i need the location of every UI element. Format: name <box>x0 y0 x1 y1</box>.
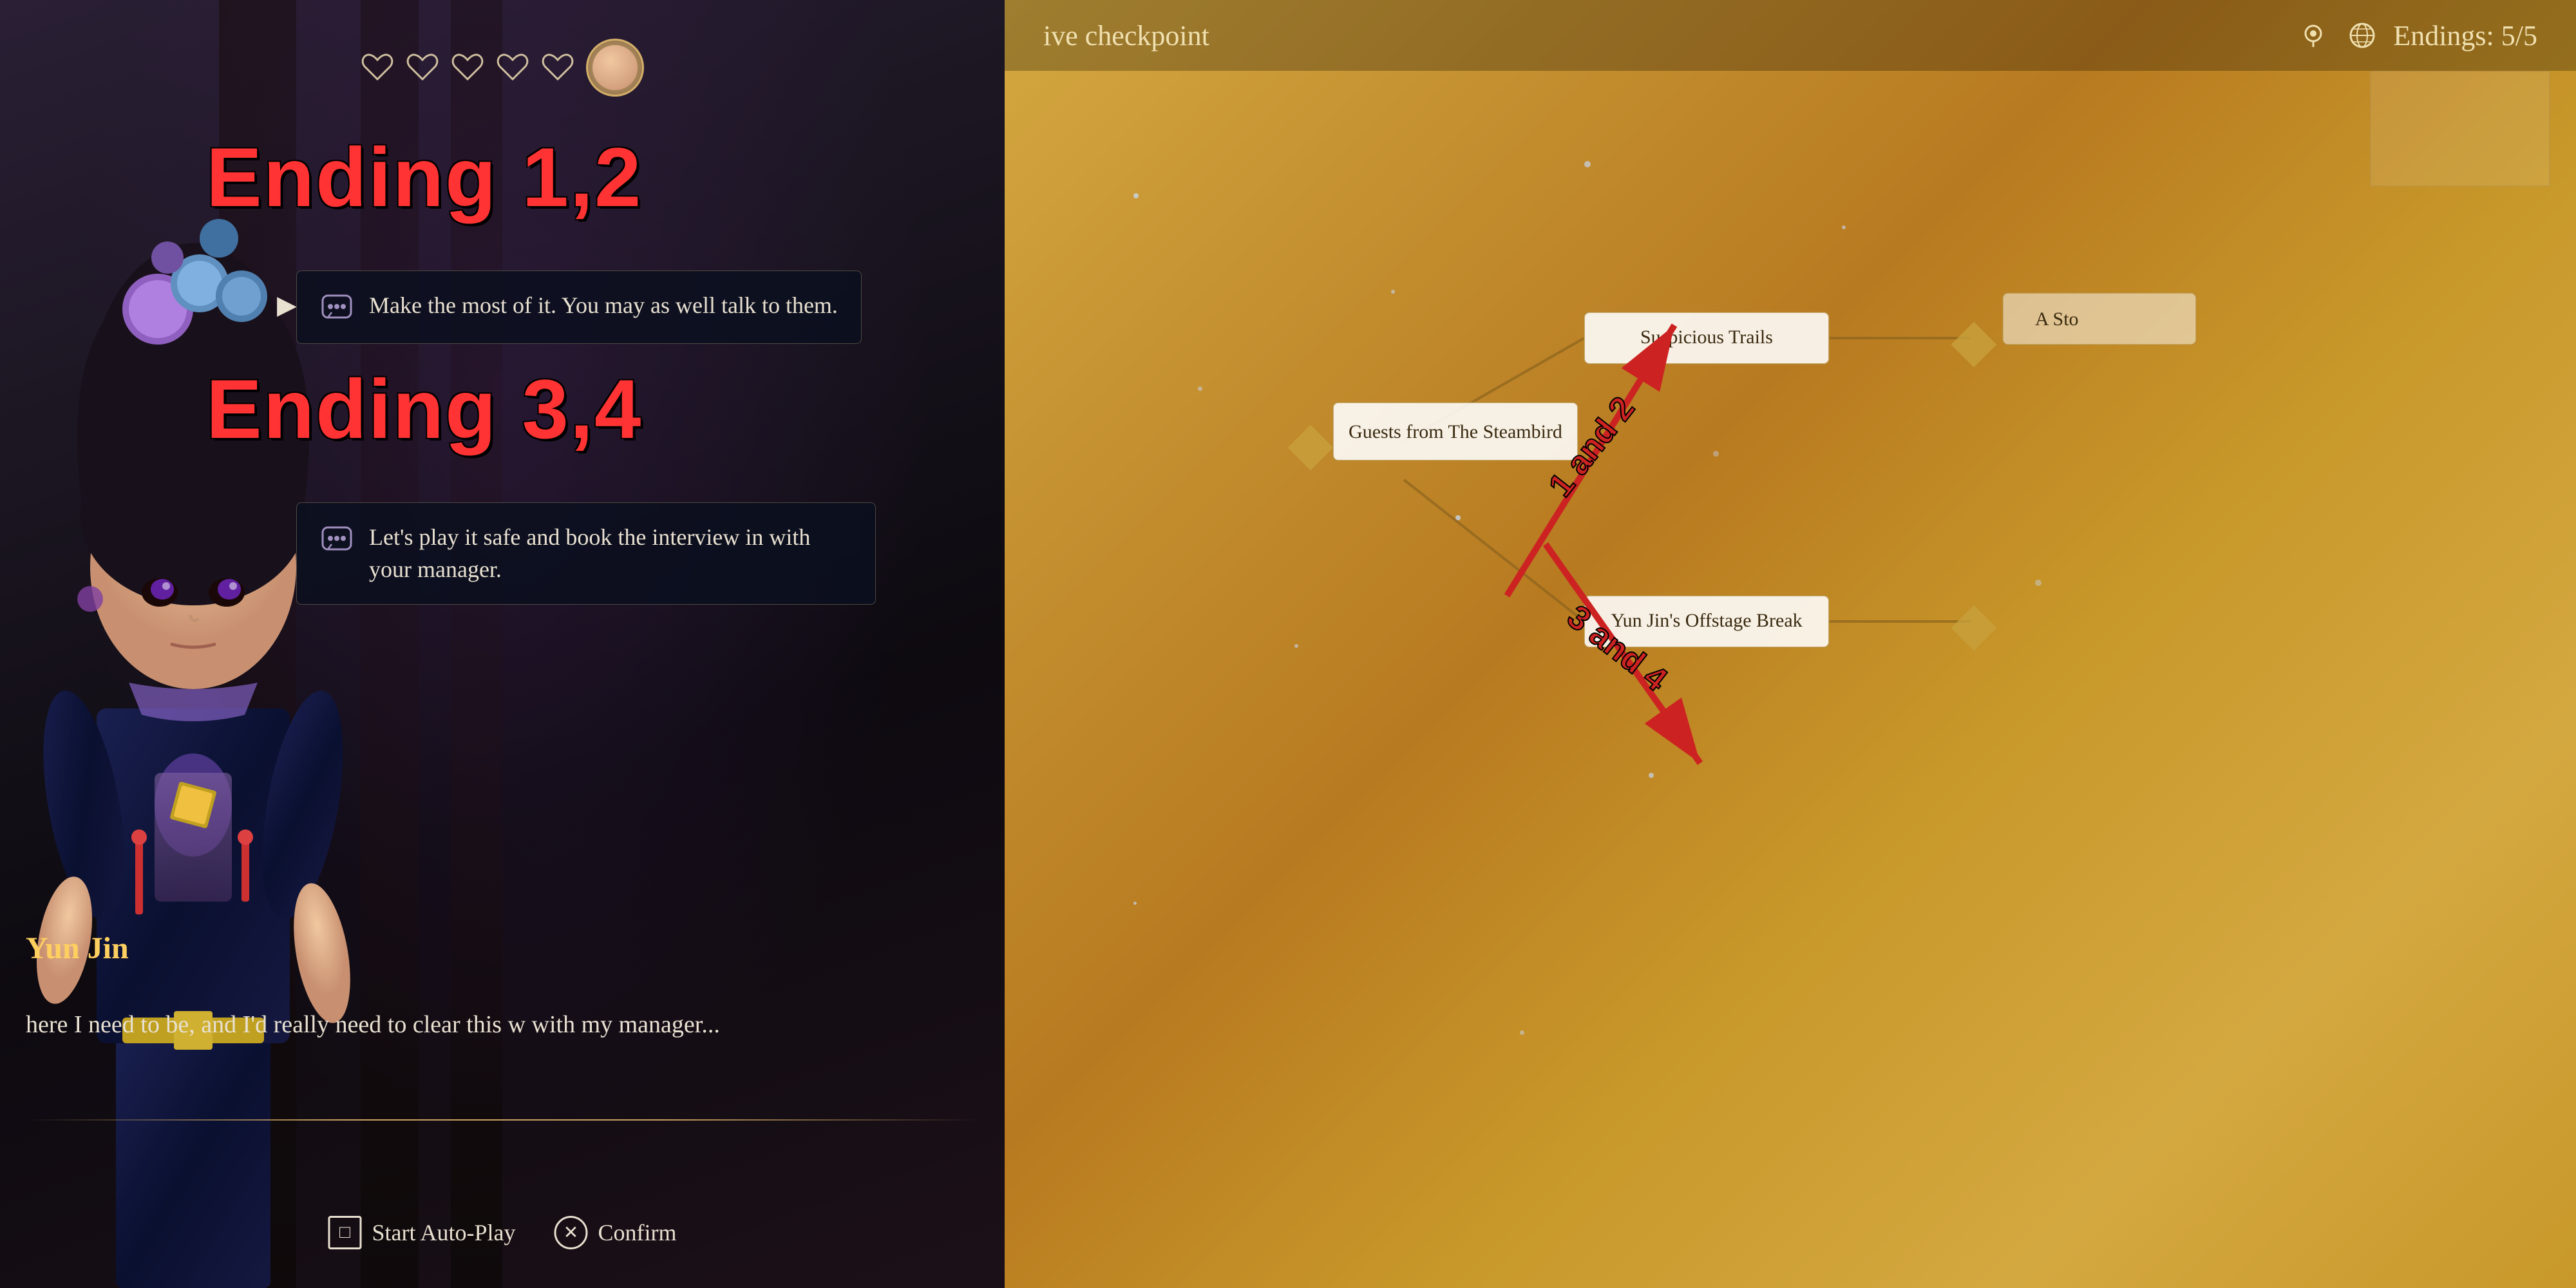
ending-label-1-2: Ending 1,2 <box>206 129 642 225</box>
confirm-label: Confirm <box>598 1219 677 1246</box>
avatar-face <box>592 45 638 90</box>
flowchart: Guests from The Steambird Suspicious Tra… <box>1005 71 2576 1288</box>
svg-text:Guests from The Steambird: Guests from The Steambird <box>1349 421 1562 442</box>
map-icon <box>2344 17 2380 53</box>
ending-label-3-4: Ending 3,4 <box>206 361 642 457</box>
character-name: Yun Jin <box>26 931 129 966</box>
dialogue-text-1: Make the most of it. You may as well tal… <box>369 289 838 321</box>
endings-badge: Endings: 5/5 <box>2295 17 2537 53</box>
endings-count: Endings: 5/5 <box>2393 19 2537 52</box>
heart-4 <box>496 51 529 84</box>
svg-text:A Sto: A Sto <box>2035 308 2079 330</box>
hearts-row <box>361 39 644 97</box>
auto-play-label: Start Auto-Play <box>372 1219 516 1246</box>
chat-icon-2 <box>320 524 354 557</box>
heart-3 <box>451 51 484 84</box>
left-panel: Ending 1,2 ▶ Make the most of it. You ma… <box>0 0 1005 1288</box>
right-panel: ive checkpoint Endings: 5/5 <box>1005 0 2576 1288</box>
player-avatar <box>586 39 644 97</box>
dialogue-text-2: Let's play it safe and book the intervie… <box>369 521 852 586</box>
confirm-button[interactable]: ✕ Confirm <box>554 1216 677 1249</box>
location-icon <box>2295 17 2331 53</box>
heart-1 <box>361 51 394 84</box>
right-top-bar: ive checkpoint Endings: 5/5 <box>1005 0 2576 71</box>
dialogue-box-1[interactable]: Make the most of it. You may as well tal… <box>296 270 862 344</box>
confirm-icon: ✕ <box>554 1216 588 1249</box>
svg-text:Yun Jin's Offstage Break: Yun Jin's Offstage Break <box>1611 610 1802 631</box>
auto-play-icon: □ <box>328 1216 362 1249</box>
checkpoint-text: ive checkpoint <box>1043 19 1209 52</box>
bottom-bar: □ Start Auto-Play ✕ Confirm <box>328 1216 677 1249</box>
dialogue-arrow: ▶ <box>277 290 297 320</box>
heart-5 <box>541 51 574 84</box>
chat-icon-1 <box>320 292 354 325</box>
separator-line <box>26 1119 979 1121</box>
dialogue-box-2[interactable]: Let's play it safe and book the intervie… <box>296 502 876 605</box>
heart-2 <box>406 51 439 84</box>
character-dialogue: here I need to be, and I'd really need t… <box>26 1007 940 1043</box>
auto-play-button[interactable]: □ Start Auto-Play <box>328 1216 516 1249</box>
